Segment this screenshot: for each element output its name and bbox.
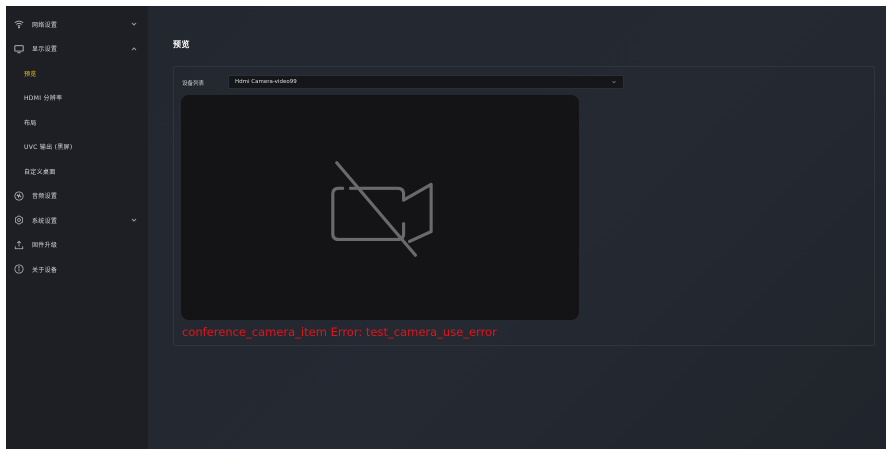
audio-icon [14, 191, 24, 201]
sidebar-item-label: HDMI 分辨率 [24, 95, 63, 103]
sidebar-item-audio[interactable]: 音频设置 [6, 184, 148, 209]
monitor-icon [14, 44, 24, 54]
sidebar-item-hdmi-resolution[interactable]: HDMI 分辨率 [6, 86, 148, 111]
chevron-down-icon[interactable] [130, 216, 138, 224]
sidebar-item-firmware[interactable]: 固件升级 [6, 233, 148, 258]
sidebar-item-label: 显示设置 [32, 46, 58, 54]
chevron-up-icon[interactable] [130, 45, 138, 53]
wifi-icon [14, 19, 24, 29]
sidebar-item-display[interactable]: 显示设置 [6, 37, 148, 62]
sidebar-item-label: 预览 [24, 70, 37, 78]
sidebar-item-custom-desktop[interactable]: 自定义桌面 [6, 159, 148, 184]
app-window: 网络设置 显示设置 预览 HDMI 分辨率 布局 UVC 输出 (黑屏) 自定义… [6, 6, 886, 449]
sidebar-item-network[interactable]: 网络设置 [6, 12, 148, 37]
sidebar-item-label: 固件升级 [32, 242, 58, 250]
gear-icon [14, 215, 24, 225]
sidebar-item-about[interactable]: 关于设备 [6, 257, 148, 282]
camera-off-icon [331, 160, 433, 257]
info-icon [14, 264, 24, 274]
error-message: conference_camera_item Error: test_camer… [182, 325, 497, 339]
sidebar-item-label: 系统设置 [32, 217, 58, 225]
main-content: 预览 设备列表 Hdmi Camera-video99 conference_c… [148, 6, 886, 449]
sidebar-item-system[interactable]: 系统设置 [6, 208, 148, 233]
sidebar-item-label: 关于设备 [32, 266, 58, 274]
sidebar: 网络设置 显示设置 预览 HDMI 分辨率 布局 UVC 输出 (黑屏) 自定义… [6, 6, 148, 449]
sidebar-item-uvc-output[interactable]: UVC 输出 (黑屏) [6, 135, 148, 160]
chevron-down-icon [611, 79, 617, 85]
sidebar-item-label: 网络设置 [32, 21, 58, 29]
device-list-label: 设备列表 [182, 81, 205, 87]
sidebar-item-label: 自定义桌面 [24, 168, 56, 176]
sidebar-item-label: 布局 [24, 119, 37, 127]
device-select-value: Hdmi Camera-video99 [235, 79, 297, 85]
sidebar-item-label: UVC 输出 (黑屏) [24, 144, 73, 152]
chevron-down-icon[interactable] [130, 20, 138, 28]
upload-icon [14, 240, 24, 250]
camera-preview [181, 95, 579, 320]
sidebar-item-preview[interactable]: 预览 [6, 61, 148, 86]
sidebar-item-label: 音频设置 [32, 193, 58, 201]
device-select[interactable]: Hdmi Camera-video99 [228, 75, 624, 89]
page-title: 预览 [173, 40, 190, 49]
sidebar-item-layout[interactable]: 布局 [6, 110, 148, 135]
